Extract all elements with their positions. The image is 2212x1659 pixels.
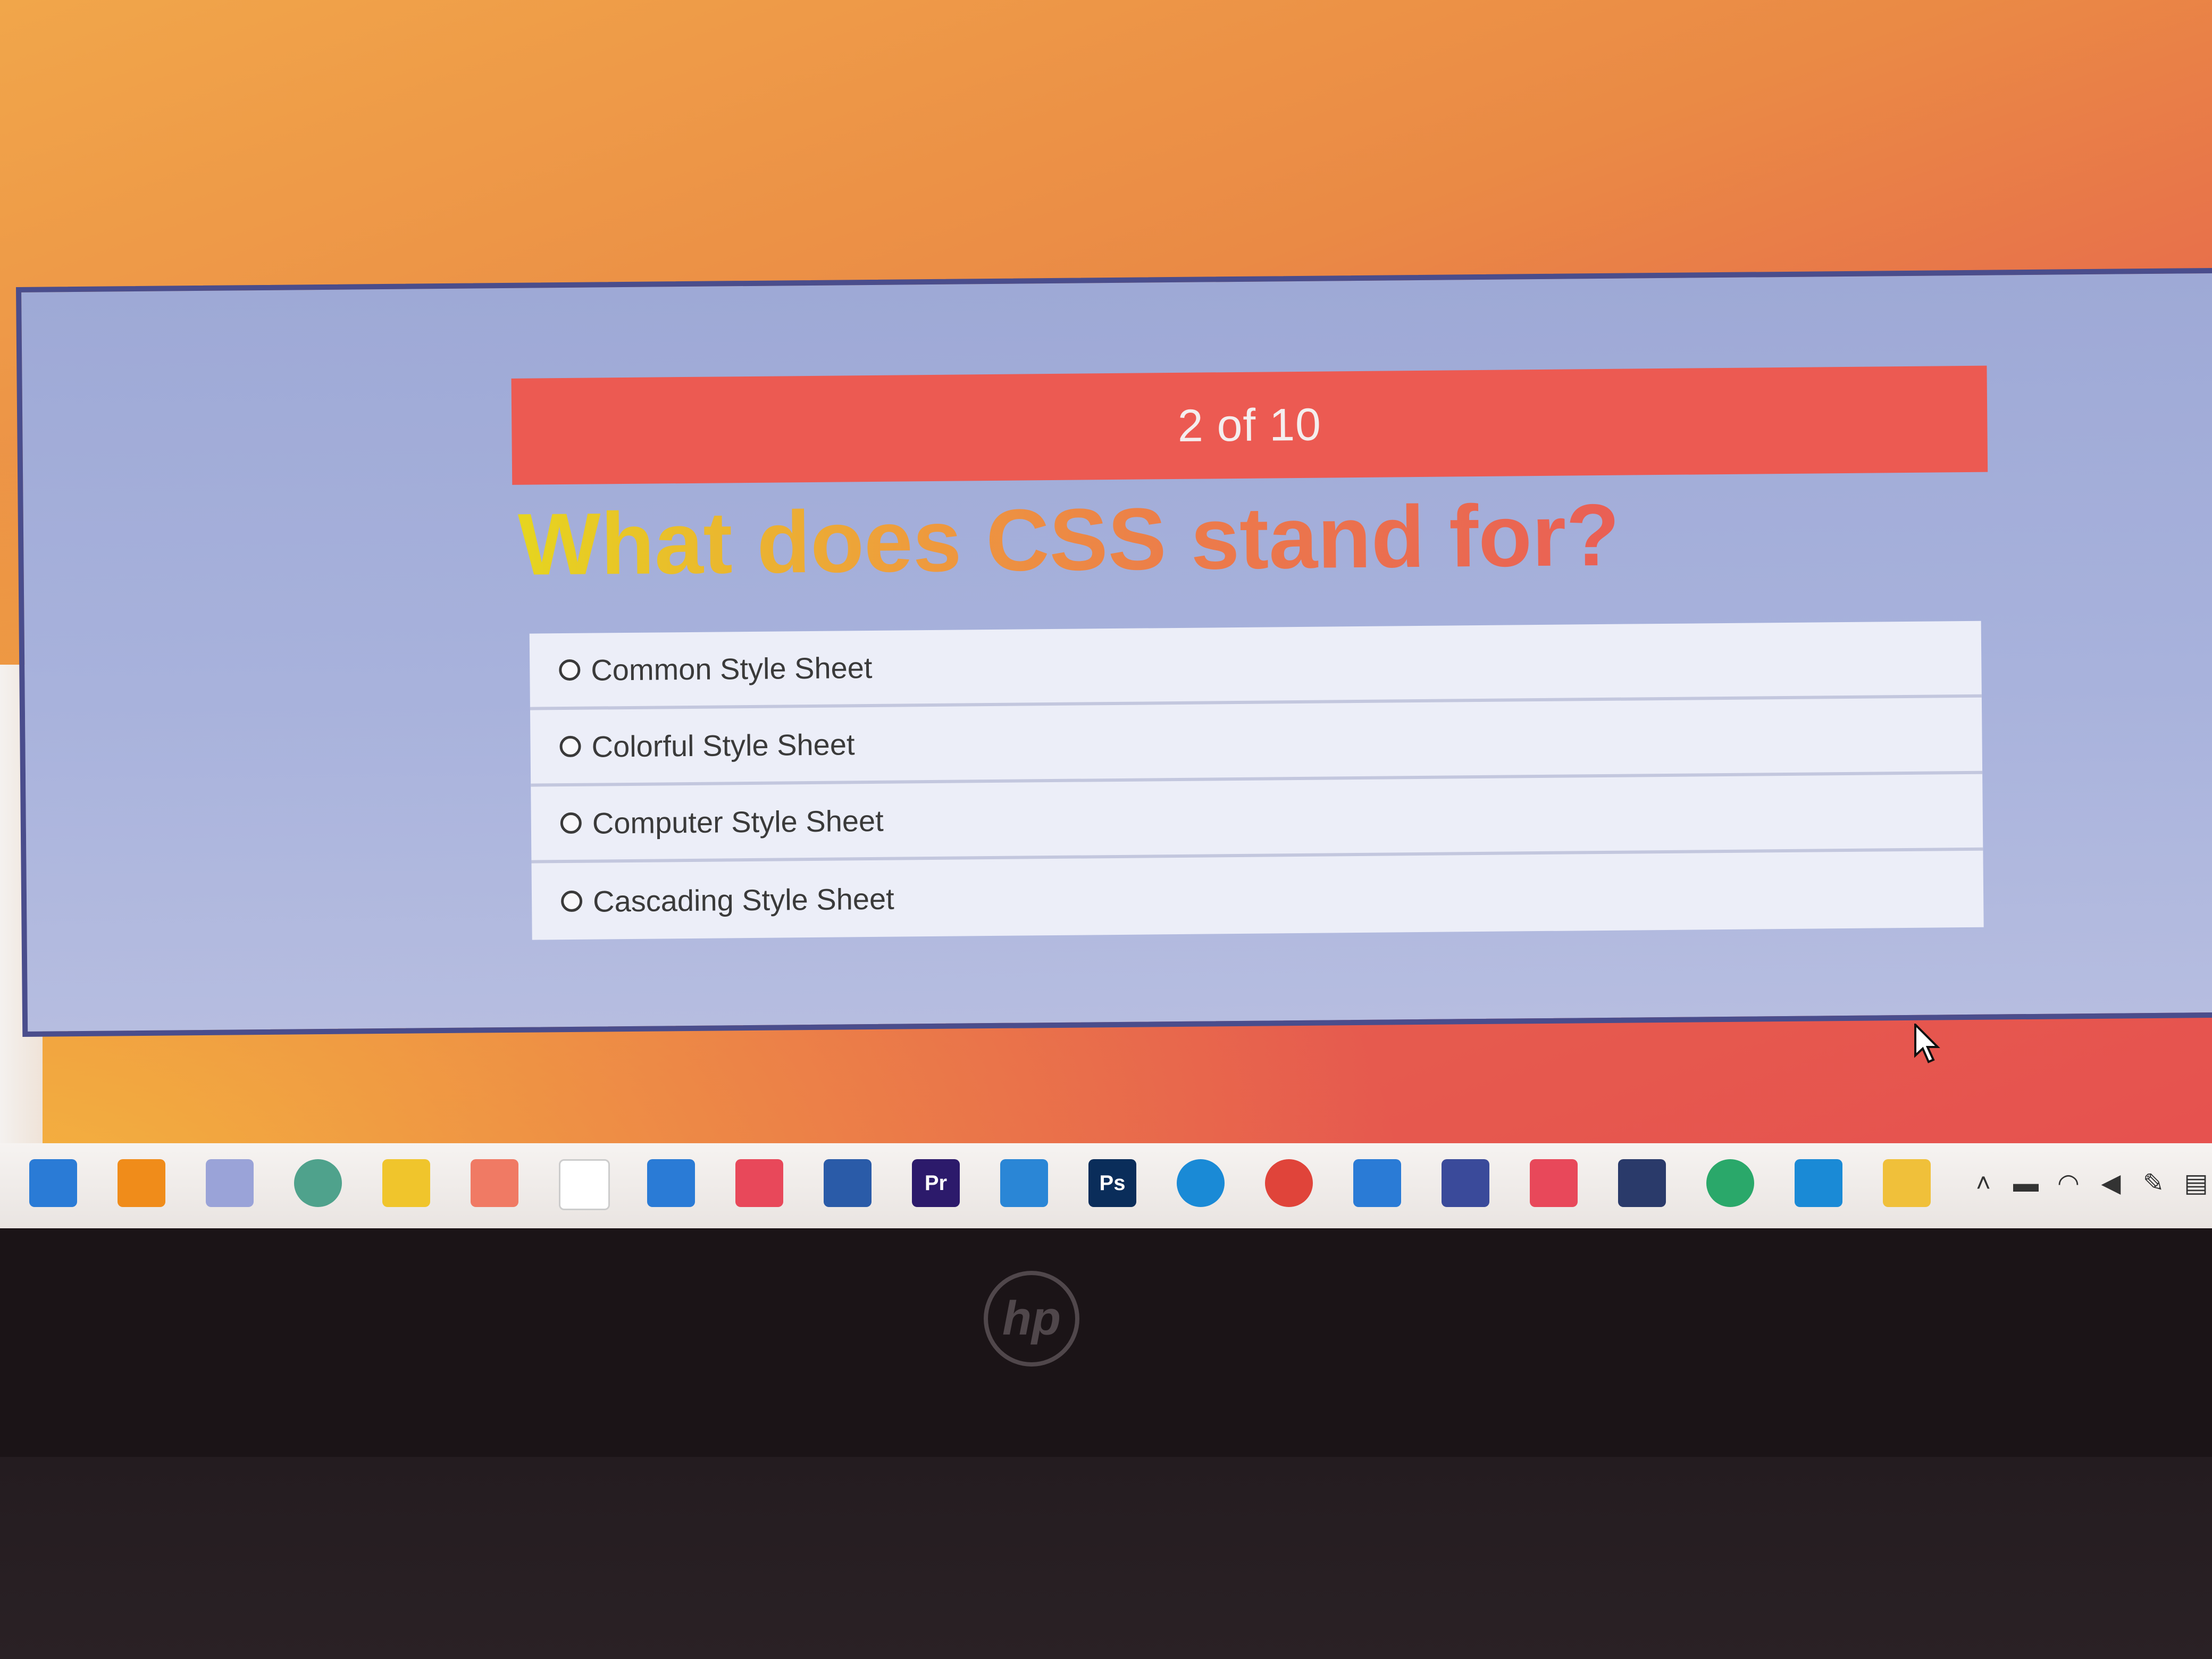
photoshop-icon[interactable]: Ps: [1088, 1159, 1136, 1207]
question-title: What does CSS stand for?: [517, 485, 1620, 593]
option-cascading-style-sheet[interactable]: Cascading Style Sheet: [531, 851, 1983, 940]
keyboard-icon[interactable]: ▤: [2180, 1167, 2212, 1199]
option-label: Computer Style Sheet: [592, 803, 884, 840]
toolbox-icon[interactable]: [1442, 1159, 1489, 1207]
mail-icon[interactable]: [1353, 1159, 1401, 1207]
laptop-bezel: [0, 1457, 2212, 1659]
chatgpt-icon[interactable]: [294, 1159, 342, 1207]
volume-icon[interactable]: ◀: [2095, 1167, 2127, 1199]
app-icon[interactable]: [647, 1159, 695, 1207]
xampp-icon[interactable]: [471, 1159, 518, 1207]
pen-icon[interactable]: ✎: [2138, 1167, 2169, 1199]
progress-text: 2 of 10: [1177, 399, 1322, 451]
radio-button[interactable]: [559, 659, 581, 681]
screen: 2 of 10 What does CSS stand for? Common …: [0, 0, 2212, 1228]
option-computer-style-sheet[interactable]: Computer Style Sheet: [531, 774, 1983, 864]
file-icon[interactable]: [559, 1159, 610, 1210]
option-common-style-sheet[interactable]: Common Style Sheet: [529, 621, 1982, 710]
wifi-icon[interactable]: ◠: [2052, 1167, 2084, 1199]
radio-button[interactable]: [560, 812, 582, 834]
app-icon[interactable]: [1530, 1159, 1578, 1207]
radio-button[interactable]: [559, 735, 581, 758]
app-icon[interactable]: [1000, 1159, 1048, 1207]
chevron-up-icon[interactable]: ˄: [1967, 1167, 1999, 1199]
edge-icon[interactable]: [1177, 1159, 1225, 1207]
chrome-icon[interactable]: [1265, 1159, 1313, 1207]
progress-bar: 2 of 10: [511, 365, 1988, 485]
option-label: Colorful Style Sheet: [591, 727, 855, 764]
hp-logo-icon: hp: [984, 1271, 1079, 1367]
whatsapp-icon[interactable]: [1706, 1159, 1754, 1207]
vscode-icon[interactable]: [29, 1159, 77, 1207]
radio-button[interactable]: [560, 890, 583, 912]
option-colorful-style-sheet[interactable]: Colorful Style Sheet: [530, 697, 1983, 787]
paint-icon[interactable]: [382, 1159, 430, 1207]
folder-icon[interactable]: [1883, 1159, 1931, 1207]
option-label: Common Style Sheet: [591, 650, 873, 687]
quiz-panel: 2 of 10 What does CSS stand for? Common …: [16, 267, 2212, 1037]
vlc-icon[interactable]: [118, 1159, 165, 1207]
app-icon[interactable]: [1618, 1159, 1666, 1207]
battery-icon[interactable]: ▬: [2010, 1167, 2042, 1199]
options-list: Common Style Sheet Colorful Style Sheet …: [529, 621, 1984, 940]
app-icon[interactable]: [735, 1159, 783, 1207]
virtualbox-icon[interactable]: [824, 1159, 872, 1207]
app-icon[interactable]: [206, 1159, 254, 1207]
taskbar: Pr Ps ˄ ▬ ◠ ◀ ✎ ▤: [0, 1143, 2212, 1228]
option-label: Cascading Style Sheet: [592, 882, 894, 918]
app-icon[interactable]: [1795, 1159, 1842, 1207]
mouse-cursor-icon: [1914, 1024, 1940, 1063]
premiere-icon[interactable]: Pr: [912, 1159, 960, 1207]
